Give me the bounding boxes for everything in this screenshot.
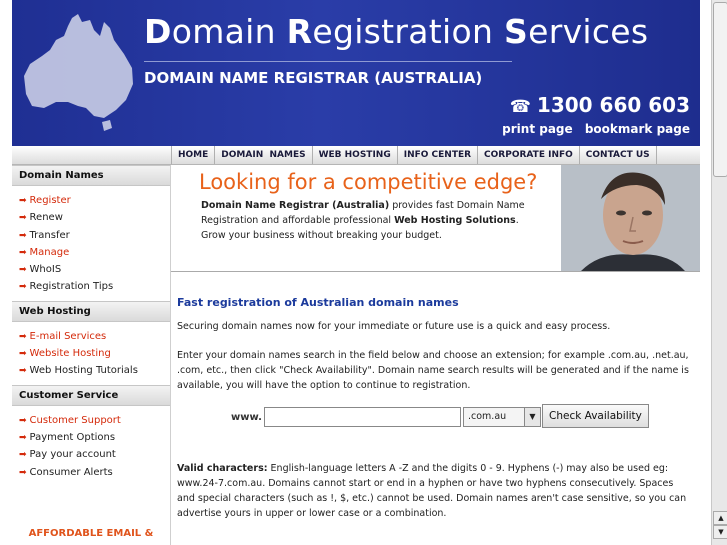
sidebar-item-registration-tips[interactable]: ➡ Registration Tips <box>12 278 170 295</box>
site-title: Domain Registration Services <box>144 12 648 51</box>
title-word-registration: egistration <box>312 12 505 51</box>
top-navigation: HOME DOMAIN NAMES WEB HOSTING INFO CENTE… <box>12 146 700 165</box>
print-page-link[interactable]: print page <box>502 122 573 136</box>
phone-number: ☎ 1300 660 603 <box>510 93 690 117</box>
arrow-right-icon: ➡ <box>19 196 27 206</box>
sidebar-group-domain-names: ➡ Register ➡ Renew ➡ Transfer ➡ Manage ➡ WhoI… <box>12 186 170 301</box>
arrow-right-icon: ➡ <box>19 247 27 258</box>
sidebar-heading-domain-names: Domain Names <box>12 165 170 186</box>
valid-characters-paragraph: Valid characters: English-language lette… <box>177 461 692 521</box>
sidebar-item-website-hosting[interactable]: ➡ Website Hosting <box>12 345 170 362</box>
sidebar-item-label: Customer Support <box>29 414 121 426</box>
nav-home[interactable]: HOME <box>171 146 214 164</box>
nav-domain-names[interactable]: DOMAIN NAMES <box>214 146 311 164</box>
sidebar-item-whois[interactable]: ➡ WhoIS <box>12 261 170 278</box>
sidebar-item-label: E-mail Services <box>29 330 107 342</box>
nav-info-center[interactable]: INFO CENTER <box>396 146 477 164</box>
registration-section: Fast registration of Australian domain n… <box>177 296 692 535</box>
sidebar-item-label: Consumer Alerts <box>29 466 113 478</box>
sidebar-item-customer-support[interactable]: ➡ Customer Support <box>12 412 170 429</box>
sidebar-heading-customer-service: Customer Service <box>12 384 170 406</box>
scroll-down-icon[interactable]: ▼ <box>713 525 727 539</box>
banner-headline: Looking for a competitive edge? <box>199 170 538 194</box>
arrow-right-icon: ➡ <box>19 331 27 342</box>
banner-intro: Domain Name Registrar (Australia) provid… <box>201 198 541 243</box>
sidebar-heading-web-hosting: Web Hosting <box>12 300 170 322</box>
sidebar-group-customer-service: ➡ Customer Support ➡ Payment Options ➡ Pay … <box>12 406 170 486</box>
arrow-right-icon: ➡ <box>19 230 27 241</box>
title-word-services: ervices <box>528 12 649 51</box>
domain-search-form: www. .com.au ▼ Check Availability <box>177 404 692 431</box>
australia-map-logo <box>24 14 133 131</box>
scrollbar-thumb[interactable] <box>713 2 727 177</box>
title-divider <box>144 61 512 62</box>
main-content: Looking for a competitive edge? Domain N… <box>171 165 700 545</box>
site-subtitle: DOMAIN NAME REGISTRAR (AUSTRALIA) <box>144 69 483 87</box>
intro-bold-registrar: Domain Name Registrar (Australia) <box>201 200 390 211</box>
sidebar-item-label: Web Hosting Tutorials <box>29 365 138 377</box>
domain-search-input[interactable] <box>264 407 461 427</box>
nav-web-hosting[interactable]: WEB HOSTING <box>311 146 397 164</box>
title-word-domain: omain <box>171 12 287 51</box>
valid-label: Valid characters: <box>177 463 268 474</box>
intro-bold-hosting: Web Hosting Solutions <box>394 215 516 226</box>
vertical-scrollbar[interactable]: ▲ ▼ <box>711 0 727 545</box>
www-label: www. <box>231 412 262 423</box>
arrow-right-icon: ➡ <box>19 265 27 276</box>
phone-text: 1300 660 603 <box>536 93 690 117</box>
sidebar-item-label: Manage <box>29 246 70 258</box>
sidebar-item-payment-options[interactable]: ➡ Payment Options <box>12 429 170 446</box>
arrow-right-icon: ➡ <box>19 467 27 478</box>
portrait-image <box>561 165 700 271</box>
sidebar-item-email-services[interactable]: ➡ E-mail Services <box>12 328 170 345</box>
title-cap-s: S <box>504 12 529 51</box>
arrow-right-icon: ➡ <box>19 450 27 461</box>
sidebar-item-transfer[interactable]: ➡ Transfer <box>12 227 170 244</box>
sidebar-item-label: Transfer <box>29 229 70 241</box>
arrow-right-icon: ➡ <box>19 415 27 426</box>
header-links: print page bookmark page <box>494 122 690 136</box>
scroll-up-icon[interactable]: ▲ <box>713 511 727 525</box>
title-cap-d: D <box>144 12 172 51</box>
page: Domain Registration Services DOMAIN NAME… <box>12 0 700 545</box>
extension-value: .com.au <box>468 411 507 422</box>
sidebar-item-manage[interactable]: ➡ Manage <box>12 244 170 261</box>
businessman-photo <box>561 165 700 271</box>
sidebar: Domain Names ➡ Register ➡ Renew ➡ Transfer … <box>12 165 171 545</box>
arrow-right-icon: ➡ <box>19 213 27 224</box>
arrow-right-icon: ➡ <box>19 349 27 360</box>
sidebar-item-web-hosting-tutorials[interactable]: ➡ Web Hosting Tutorials <box>12 362 170 379</box>
check-availability-button[interactable]: Check Availability <box>542 404 649 428</box>
sidebar-group-web-hosting: ➡ E-mail Services ➡ Website Hosting ➡ Web H… <box>12 322 170 385</box>
sidebar-item-label: WhoIS <box>29 264 62 276</box>
instructions-paragraph: Enter your domain names search in the fi… <box>177 350 689 391</box>
sidebar-item-label: Renew <box>29 212 63 224</box>
sidebar-item-renew[interactable]: ➡ Renew <box>12 209 170 226</box>
title-cap-r: R <box>286 12 313 51</box>
intro-paragraph: Securing domain names now for your immed… <box>177 321 611 332</box>
chevron-down-icon[interactable]: ▼ <box>524 408 540 426</box>
sidebar-item-pay-account[interactable]: ➡ Pay your account <box>12 446 170 463</box>
promo-banner: Looking for a competitive edge? Domain N… <box>171 165 700 272</box>
sidebar-item-consumer-alerts[interactable]: ➡ Consumer Alerts <box>12 464 170 481</box>
sidebar-item-label: Register <box>29 195 71 206</box>
sidebar-promo[interactable]: AFFORDABLE EMAIL & <box>12 528 170 539</box>
telephone-icon: ☎ <box>509 97 531 117</box>
sidebar-item-label: Pay your account <box>29 449 116 461</box>
arrow-right-icon: ➡ <box>19 432 27 443</box>
nav-contact-us[interactable]: CONTACT US <box>578 146 657 164</box>
section-heading: Fast registration of Australian domain n… <box>177 296 459 309</box>
sidebar-item-label: Website Hosting <box>29 348 111 360</box>
sidebar-item-label: Registration Tips <box>29 281 114 293</box>
sidebar-item-label: Payment Options <box>29 431 116 443</box>
nav-corporate-info[interactable]: CORPORATE INFO <box>477 146 579 164</box>
arrow-right-icon: ➡ <box>19 366 27 377</box>
bookmark-page-link[interactable]: bookmark page <box>585 122 690 136</box>
extension-select[interactable]: .com.au ▼ <box>463 407 541 427</box>
site-header: Domain Registration Services DOMAIN NAME… <box>12 0 700 146</box>
arrow-right-icon: ➡ <box>19 282 27 293</box>
sidebar-item-register[interactable]: ➡ Register <box>12 192 170 209</box>
